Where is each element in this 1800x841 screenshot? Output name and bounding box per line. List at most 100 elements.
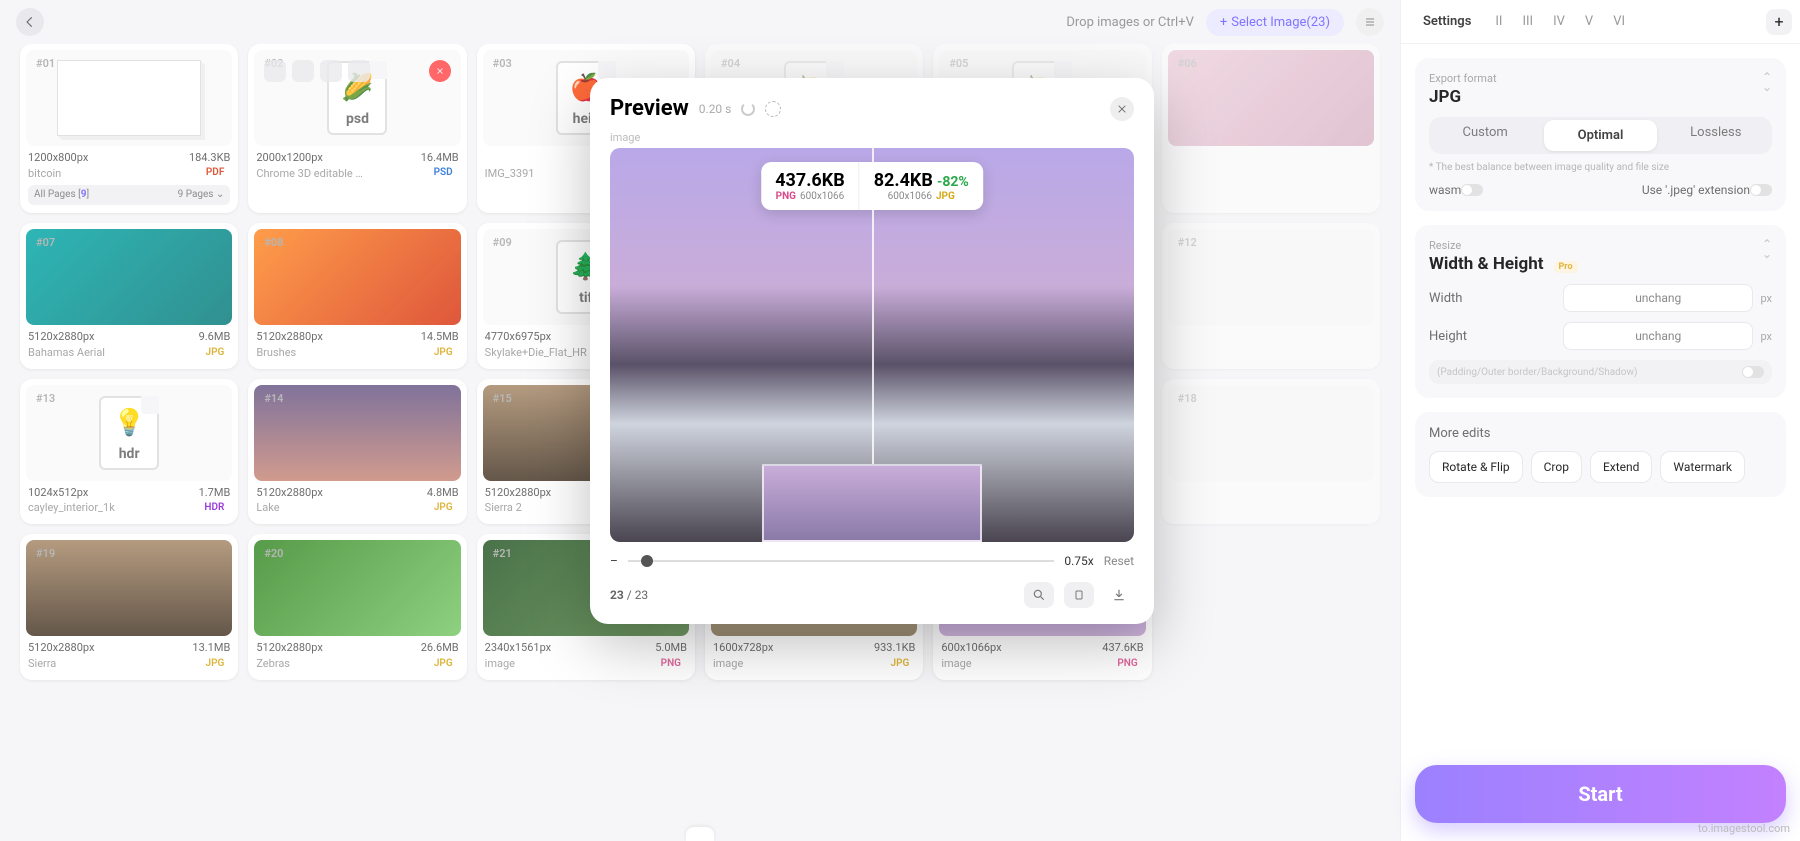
preview-modal: Preview 0.20 s image ⟨ ⟩ 437.6KB PNG600x… <box>590 78 1154 624</box>
thumbnail[interactable]: #07 <box>26 229 232 325</box>
settings-tab-1[interactable]: II <box>1485 4 1512 39</box>
resize-mode[interactable]: Width & Height <box>1429 254 1544 274</box>
image-card[interactable]: #12 <box>1162 223 1380 368</box>
result-size: 82.4KB <box>874 170 933 191</box>
thumbnail[interactable]: #01 <box>26 50 232 146</box>
export-hint: * The best balance between image quality… <box>1429 162 1772 173</box>
thumbnail[interactable]: #08 <box>254 229 460 325</box>
filename: Chrome 3D editable text… <box>256 166 366 181</box>
settings-tab-0[interactable]: Settings <box>1409 4 1485 39</box>
close-button[interactable] <box>1110 97 1134 121</box>
magnify-icon <box>1032 588 1046 602</box>
download-button[interactable] <box>1104 582 1134 608</box>
image-card[interactable]: #075120x2880px9.6MBBahamas AerialJPG <box>20 223 238 368</box>
select-image-button[interactable]: + Select Image(23) <box>1206 9 1344 36</box>
zoom-fit-button[interactable] <box>1024 582 1054 608</box>
site-watermark: to.imagestool.com <box>1698 822 1790 835</box>
export-format-value[interactable]: JPG <box>1429 87 1772 107</box>
zoom-reset[interactable]: Reset <box>1104 554 1134 568</box>
quality-lossless[interactable]: Lossless <box>1660 117 1772 154</box>
refresh-icon[interactable] <box>741 102 755 116</box>
original-size: 437.6KB <box>775 170 844 191</box>
thumbnail[interactable]: #06 <box>1168 50 1374 146</box>
thumbnail[interactable]: #18 <box>1168 385 1374 481</box>
preview-image[interactable]: 437.6KB PNG600x1066 82.4KB-82% 600x1066J… <box>610 148 1134 542</box>
settings-tab-5[interactable]: VI <box>1603 4 1635 39</box>
filename: bitcoin <box>28 166 61 181</box>
quality-optimal[interactable]: Optimal <box>1544 120 1656 151</box>
dimensions: 1024x512px <box>28 485 88 500</box>
filename: Sierra 2 <box>485 500 522 515</box>
add-tab-button[interactable]: + <box>1766 9 1792 35</box>
card-index: #13 <box>32 391 59 406</box>
edit-crop[interactable]: Crop <box>1531 451 1582 483</box>
pages-selector[interactable]: All Pages [9]9 Pages ⌄ <box>28 185 230 205</box>
original-format: PNG <box>776 191 796 202</box>
image-card[interactable]: #06 <box>1162 44 1380 213</box>
select-image-label: Select Image(23) <box>1231 15 1330 30</box>
filetype-badge <box>1360 150 1372 152</box>
thumbnail[interactable]: #14 <box>254 385 460 481</box>
copy-icon[interactable] <box>348 60 370 82</box>
filesize: 1.7MB <box>199 485 231 500</box>
image-card[interactable]: #085120x2880px14.5MBBrushesJPG <box>248 223 466 368</box>
dimensions: 1600x728px <box>713 640 773 655</box>
image-card[interactable]: #011200x800px184.3KBbitcoinPDFAll Pages … <box>20 44 238 213</box>
width-label: Width <box>1429 291 1462 306</box>
width-input[interactable] <box>1563 284 1753 312</box>
settings-tab-4[interactable]: V <box>1575 4 1603 39</box>
filesize: 184.3KB <box>189 150 230 165</box>
card-index: #09 <box>489 235 516 250</box>
thumbnail[interactable]: #13💡hdr <box>26 385 232 481</box>
transparency-toggle[interactable] <box>765 101 781 117</box>
thumbnail[interactable]: #02🌽psd <box>254 50 460 146</box>
filename: Zebras <box>256 656 290 671</box>
delete-button[interactable] <box>429 60 451 82</box>
rotate-icon[interactable] <box>320 60 342 82</box>
filesize: 16.4MB <box>421 150 459 165</box>
back-button[interactable] <box>16 8 44 36</box>
jpeg-ext-switch[interactable] <box>1750 184 1772 196</box>
trash-icon <box>435 66 445 76</box>
image-card[interactable]: #18 <box>1162 379 1380 524</box>
zoom-region-indicator[interactable] <box>762 464 982 542</box>
resize-stepper-icon[interactable]: ⌃⌄ <box>1762 239 1772 259</box>
result-dims: 600x1066 <box>888 191 932 202</box>
thumbnail[interactable]: #12 <box>1168 229 1374 325</box>
start-button[interactable]: Start <box>1415 765 1786 823</box>
quality-custom[interactable]: Custom <box>1429 117 1541 154</box>
pro-badge: Pro <box>1554 261 1578 273</box>
image-card[interactable]: #02🌽psd 2000x1200px 16.4MB Chrome 3D editab… <box>248 44 466 213</box>
edit-watermark[interactable]: Watermark <box>1660 451 1745 483</box>
settings-tab-2[interactable]: III <box>1512 4 1543 39</box>
filetype-badge: JPG <box>200 656 231 672</box>
edit-rotate-flip[interactable]: Rotate & Flip <box>1429 451 1523 483</box>
width-unit: px <box>1760 292 1772 305</box>
image-card[interactable]: #195120x2880px13.1MBSierraJPG <box>20 534 238 679</box>
thumbnail[interactable]: #20 <box>254 540 460 636</box>
padding-switch[interactable] <box>1742 366 1764 378</box>
bottom-drawer-handle[interactable] <box>686 827 714 841</box>
image-card[interactable]: #145120x2880px4.8MBLakeJPG <box>248 379 466 524</box>
edit-extend[interactable]: Extend <box>1590 451 1652 483</box>
download-icon <box>1112 588 1126 602</box>
copy-button[interactable] <box>1064 582 1094 608</box>
filesize: 933.1KB <box>874 640 915 655</box>
filesize: 9.6MB <box>199 329 231 344</box>
dimensions: 5120x2880px <box>256 329 322 344</box>
list-view-button[interactable] <box>1356 8 1384 36</box>
thumbnail[interactable]: #19 <box>26 540 232 636</box>
dimensions: 2340x1561px <box>485 640 551 655</box>
wasm-switch[interactable] <box>1461 184 1483 196</box>
height-input[interactable] <box>1563 322 1753 350</box>
image-card[interactable]: #205120x2880px26.6MBZebrasJPG <box>248 534 466 679</box>
dimensions: 2000x1200px <box>256 150 322 165</box>
image-card[interactable]: #13💡hdr1024x512px1.7MBcayley_interior_1k… <box>20 379 238 524</box>
format-stepper-icon[interactable]: ⌃⌄ <box>1762 72 1772 92</box>
edit-icon[interactable] <box>264 60 286 82</box>
zoom-slider[interactable] <box>628 560 1055 562</box>
settings-tab-3[interactable]: IV <box>1543 4 1575 39</box>
zoom-thumb[interactable] <box>641 555 653 567</box>
filename: image <box>941 656 971 671</box>
crop-icon[interactable] <box>292 60 314 82</box>
